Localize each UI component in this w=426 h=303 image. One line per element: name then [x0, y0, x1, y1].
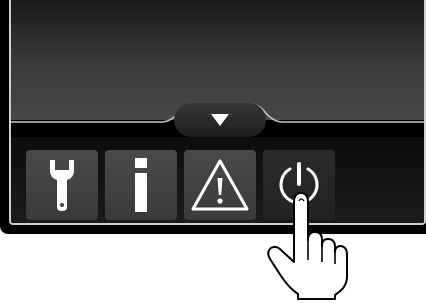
device-stage: [0, 0, 426, 303]
power-button[interactable]: [263, 150, 335, 220]
warning-triangle-icon: [191, 159, 249, 211]
info-icon: [135, 158, 147, 212]
collapse-toggle-button[interactable]: [174, 103, 266, 137]
triangle-down-icon: [211, 114, 229, 126]
warning-button[interactable]: [184, 150, 256, 220]
touch-screen: [9, 0, 426, 225]
wrench-icon: [50, 160, 74, 211]
info-button[interactable]: [105, 150, 177, 220]
settings-button[interactable]: [26, 150, 98, 220]
power-icon: [279, 162, 319, 205]
